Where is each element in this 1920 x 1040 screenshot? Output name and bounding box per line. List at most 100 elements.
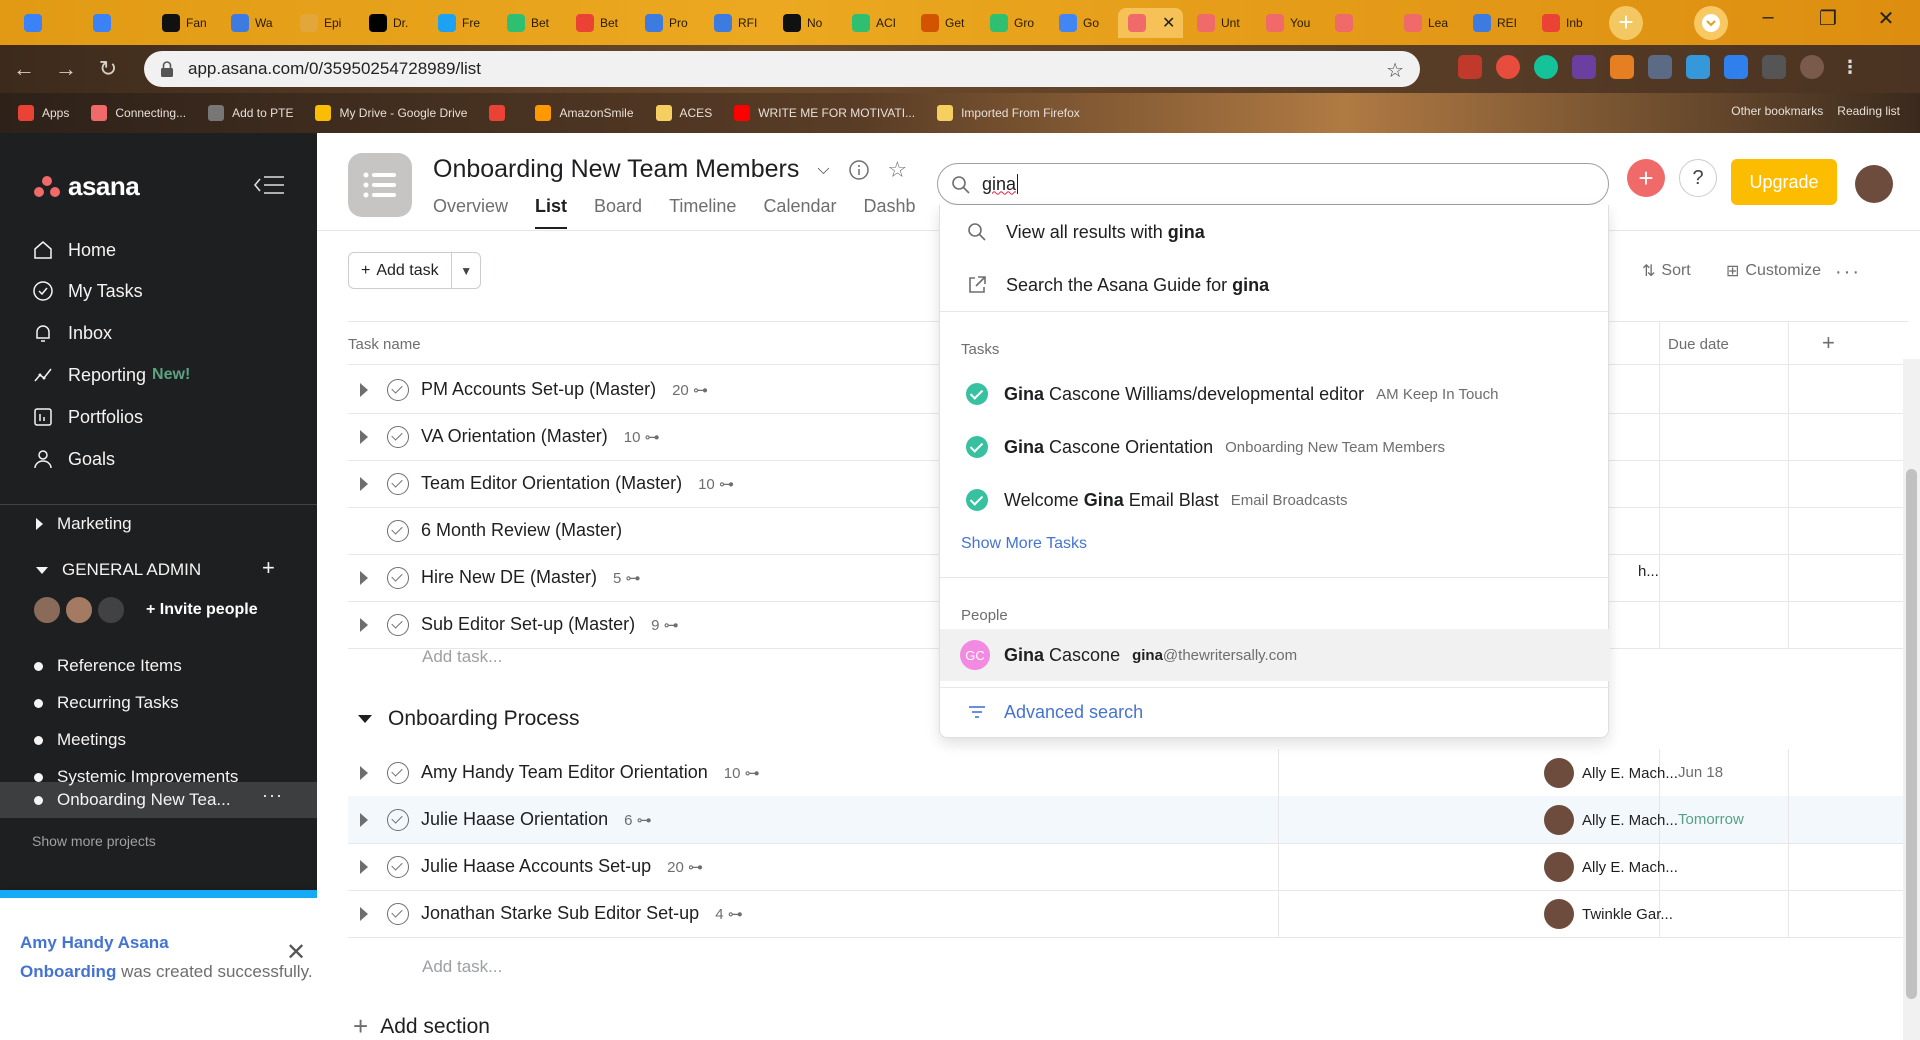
grammarly-extension-icon[interactable] (1534, 55, 1558, 79)
browser-tab[interactable]: Bet (497, 8, 562, 38)
back-button[interactable]: ← (6, 51, 42, 87)
browser-tab[interactable]: Gro (980, 8, 1045, 38)
browser-tab[interactable]: RFI (704, 8, 769, 38)
task-name[interactable]: Julie Haase Orientation 6 ⊶ (421, 809, 652, 830)
assignee[interactable]: Ally E. Mach... (1544, 758, 1678, 788)
help-button[interactable]: ? (1679, 159, 1717, 197)
invite-people-button[interactable]: + Invite people (146, 601, 258, 619)
profile-chip[interactable] (1694, 6, 1728, 40)
search-result-task[interactable]: Welcome Gina Email Blast Email Broadcast… (940, 476, 1610, 524)
section-header[interactable]: Onboarding Process (358, 707, 579, 731)
more-options-icon[interactable]: ··· (262, 785, 283, 806)
bookmark-item[interactable]: Add to PTE (208, 105, 293, 121)
task-name[interactable]: VA Orientation (Master) 10 ⊶ (421, 426, 660, 447)
task-name[interactable]: Team Editor Orientation (Master) 10 ⊶ (421, 473, 734, 494)
check-circle-icon[interactable] (387, 567, 409, 589)
close-icon[interactable]: ✕ (286, 938, 306, 967)
browser-tab[interactable]: Fre (428, 8, 493, 38)
caret-down-icon[interactable] (358, 715, 372, 723)
task-name[interactable]: Jonathan Starke Sub Editor Set-up 4 ⊶ (421, 903, 743, 924)
browser-tab[interactable]: Get (911, 8, 976, 38)
browser-tab[interactable]: Dr. (359, 8, 424, 38)
bookmark-item[interactable]: AmazonSmile (535, 105, 634, 121)
hubspot-extension-icon[interactable] (1610, 55, 1634, 79)
sidebar-project[interactable]: Meetings (34, 730, 126, 750)
table-row[interactable]: Amy Handy Team Editor Orientation 10 ⊶ All… (348, 749, 1908, 797)
r-extension-icon[interactable] (1572, 55, 1596, 79)
toast-link[interactable]: Amy Handy Asana (20, 933, 169, 952)
sidebar-item-marketing[interactable]: Marketing (36, 514, 132, 534)
browser-tab[interactable]: Fan (152, 8, 217, 38)
check-circle-icon[interactable] (387, 473, 409, 495)
task-name[interactable]: Amy Handy Team Editor Orientation 10 ⊶ (421, 762, 760, 783)
browser-tab[interactable]: Unt (1187, 8, 1252, 38)
search-result-person[interactable]: GC Gina Cascone gina@thewritersally.com (940, 629, 1610, 681)
sidebar-item-portfolios[interactable]: Portfolios (32, 406, 143, 428)
add-task-button[interactable]: + Add task ▼ (348, 252, 481, 289)
add-task-inline[interactable]: Add task... (422, 647, 502, 667)
assignee[interactable]: h... (1638, 563, 1659, 580)
address-bar[interactable]: app.asana.com/0/35950254728989/list ☆ (144, 51, 1420, 87)
avatar[interactable] (32, 595, 62, 625)
chevron-down-icon[interactable]: ⌵ (817, 161, 829, 179)
browser-menu-icon[interactable]: ⋮ (1838, 55, 1862, 79)
browser-tab[interactable] (1325, 8, 1390, 38)
browser-tab[interactable]: REI (1463, 8, 1528, 38)
assignee[interactable]: Twinkle Gar... (1544, 899, 1673, 929)
tab-dashboard[interactable]: Dashb (863, 196, 915, 229)
scrollbar[interactable] (1903, 359, 1920, 1040)
new-tab-button[interactable]: + (1609, 5, 1643, 40)
maximize-button[interactable]: ❐ (1808, 6, 1848, 31)
sidebar-item-inbox[interactable]: Inbox (32, 322, 112, 344)
sidebar-project[interactable]: Systemic Improvements (34, 767, 238, 787)
browser-tab[interactable]: Wa (221, 8, 286, 38)
task-name[interactable]: Julie Haase Accounts Set-up 20 ⊶ (421, 856, 703, 877)
browser-profile-avatar[interactable] (1800, 55, 1824, 79)
add-column-icon[interactable]: + (1822, 330, 1835, 356)
table-row[interactable]: Jonathan Starke Sub Editor Set-up 4 ⊶ Twin… (348, 890, 1908, 938)
tab-list[interactable]: List (535, 196, 568, 229)
quick-add-button[interactable]: + (1627, 159, 1665, 197)
caret-right-icon[interactable] (360, 383, 368, 397)
check-circle-icon[interactable] (387, 426, 409, 448)
tab-board[interactable]: Board (594, 196, 642, 229)
view-all-results[interactable]: View all results with gina (940, 207, 1610, 257)
scrollbar-thumb[interactable] (1906, 469, 1917, 999)
more-options-icon[interactable]: ··· (1835, 261, 1861, 284)
table-row[interactable]: Julie Haase Orientation 6 ⊶ Ally E. Mach..… (348, 796, 1908, 844)
browser-tab[interactable]: Epi (290, 8, 355, 38)
check-circle-icon[interactable] (387, 379, 409, 401)
star-icon[interactable]: ☆ (888, 157, 908, 183)
caret-right-icon[interactable] (360, 571, 368, 585)
browser-tab[interactable]: Bet (566, 8, 631, 38)
caret-right-icon[interactable] (360, 860, 368, 874)
search-result-task[interactable]: Gina Cascone Orientation Onboarding New … (940, 423, 1610, 471)
add-task-label[interactable]: + Add task (349, 253, 453, 288)
sidebar-project[interactable]: Recurring Tasks (34, 693, 179, 713)
column-task-name[interactable]: Task name (348, 336, 421, 353)
sidebar-item-my-tasks[interactable]: My Tasks (32, 280, 143, 302)
sort-button[interactable]: ⇅ Sort (1642, 261, 1691, 281)
caret-right-icon[interactable] (360, 618, 368, 632)
bookmark-star-icon[interactable]: ☆ (1386, 58, 1404, 83)
info-icon[interactable] (848, 159, 870, 181)
browser-tab[interactable]: ACI (842, 8, 907, 38)
browser-tab[interactable]: Lea (1394, 8, 1459, 38)
team-header[interactable]: GENERAL ADMIN (36, 560, 201, 580)
sidebar-project-active[interactable]: Onboarding New Tea... (34, 790, 231, 810)
browser-tab[interactable]: Inb (1532, 8, 1597, 38)
bookmark-item[interactable]: ACES (655, 105, 712, 121)
diamond-extension-icon[interactable] (1724, 55, 1748, 79)
show-more-projects-link[interactable]: Show more projects (32, 833, 156, 849)
check-circle-icon[interactable] (387, 809, 409, 831)
add-task-inline[interactable]: Add task... (422, 957, 502, 977)
caret-right-icon[interactable] (360, 477, 368, 491)
caret-right-icon[interactable] (360, 766, 368, 780)
caret-right-icon[interactable] (360, 907, 368, 921)
task-name[interactable]: Hire New DE (Master) 5 ⊶ (421, 567, 641, 588)
task-name[interactable]: PM Accounts Set-up (Master) 20 ⊶ (421, 379, 708, 400)
asana-logo[interactable]: asana (34, 171, 140, 202)
avatar[interactable] (1855, 165, 1893, 203)
task-name[interactable]: Sub Editor Set-up (Master) 9 ⊶ (421, 614, 679, 635)
column-due-date[interactable]: Due date (1668, 336, 1729, 353)
